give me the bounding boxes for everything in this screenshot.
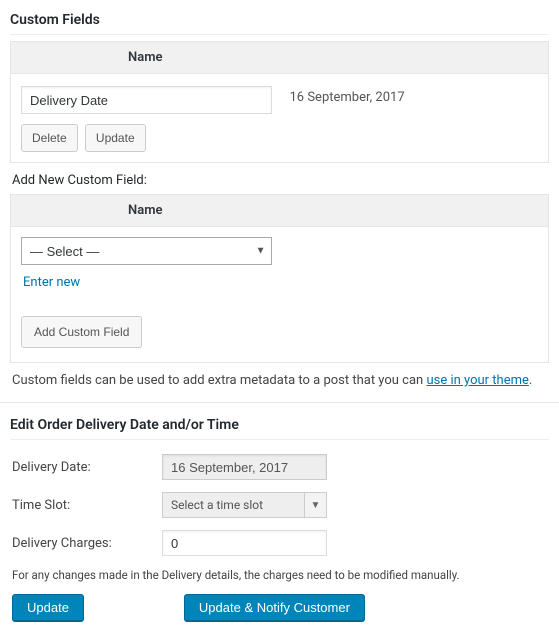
delivery-charges-input[interactable] — [162, 530, 327, 556]
section-divider — [0, 402, 559, 403]
delete-button[interactable]: Delete — [21, 124, 78, 152]
time-slot-row: Time Slot: Select a time slot ▼ — [10, 486, 549, 524]
delivery-charges-row: Delivery Charges: — [10, 524, 549, 562]
custom-field-key-select[interactable]: — Select — — [21, 237, 272, 265]
add-col-header-value — [280, 195, 549, 226]
update-notify-button[interactable]: Update & Notify Customer — [184, 594, 365, 621]
update-order-button[interactable]: Update — [12, 594, 84, 621]
help-text-prefix: Custom fields can be used to add extra m… — [12, 373, 426, 388]
custom-fields-title: Custom Fields — [10, 12, 549, 35]
delivery-date-label: Delivery Date: — [12, 460, 162, 475]
chevron-down-icon: ▼ — [304, 493, 326, 517]
add-custom-field-box: Name — Select — ▼ Enter new Add Custom F… — [10, 194, 549, 363]
add-custom-field-header: Name — [11, 195, 548, 227]
use-in-theme-link[interactable]: use in your theme — [426, 373, 528, 388]
bottom-actions: Update Update & Notify Customer — [10, 592, 549, 635]
custom-fields-table: Name Delete Update 16 September, 2017 — [10, 41, 549, 163]
charges-note: For any changes made in the Delivery det… — [12, 568, 547, 582]
delivery-date-row: Delivery Date: — [10, 448, 549, 486]
help-text-suffix: . — [529, 373, 532, 388]
add-custom-field-body: — Select — ▼ Enter new — [11, 227, 548, 316]
delivery-date-input[interactable] — [162, 454, 327, 480]
custom-field-key-select-wrap: — Select — ▼ — [21, 237, 272, 265]
edit-order-delivery-panel: Edit Order Delivery Date and/or Time Del… — [0, 417, 559, 635]
time-slot-select[interactable]: Select a time slot ▼ — [162, 492, 327, 518]
custom-fields-table-header: Name — [11, 42, 548, 74]
time-slot-placeholder: Select a time slot — [163, 493, 304, 517]
custom-field-value: 16 September, 2017 — [288, 86, 539, 114]
custom-field-name-input[interactable] — [21, 86, 272, 114]
col-header-name: Name — [11, 42, 280, 73]
custom-field-row: Delete Update 16 September, 2017 — [11, 74, 548, 162]
custom-fields-help: Custom fields can be used to add extra m… — [12, 373, 547, 388]
add-col-header-name: Name — [11, 195, 280, 226]
custom-fields-panel: Custom Fields Name Delete Update 16 Sept… — [0, 0, 559, 388]
enter-new-link[interactable]: Enter new — [23, 275, 80, 290]
add-new-custom-field-title: Add New Custom Field: — [12, 173, 549, 188]
col-header-value — [280, 42, 549, 73]
time-slot-label: Time Slot: — [12, 498, 162, 513]
edit-order-title: Edit Order Delivery Date and/or Time — [10, 417, 549, 440]
update-button[interactable]: Update — [85, 124, 146, 152]
delivery-charges-label: Delivery Charges: — [12, 536, 162, 551]
add-custom-field-button[interactable]: Add Custom Field — [21, 316, 142, 348]
